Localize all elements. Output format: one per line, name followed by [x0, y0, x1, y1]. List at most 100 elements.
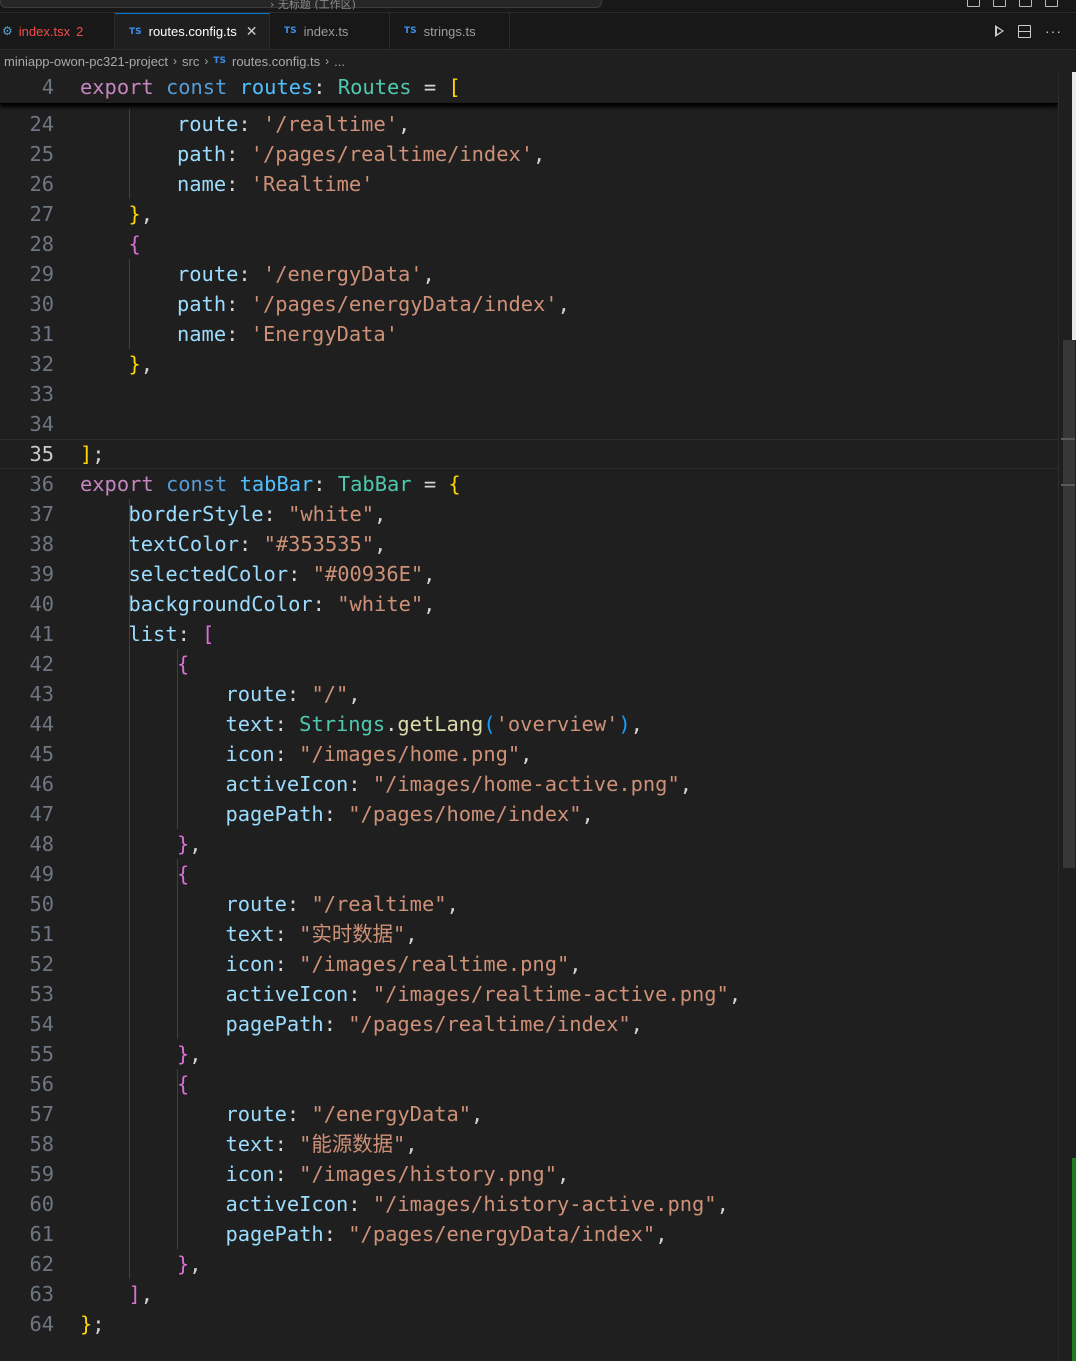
code-line[interactable]: 48}, — [0, 829, 1058, 859]
code-line[interactable]: 34 — [0, 409, 1058, 439]
code-line[interactable]: 43 route: "/", — [0, 679, 1058, 709]
code-line[interactable]: 58 text: "能源数据", — [0, 1129, 1058, 1159]
code-line[interactable]: 25 path: '/pages/realtime/index', — [0, 139, 1058, 169]
code-line[interactable]: 50 route: "/realtime", — [0, 889, 1058, 919]
react-file-icon: ⚙ — [2, 24, 13, 38]
code-line[interactable]: 46 activeIcon: "/images/home-active.png", — [0, 769, 1058, 799]
line-number: 24 — [29, 112, 54, 136]
line-number: 38 — [29, 532, 54, 556]
code-text: text: "能源数据", — [225, 1132, 418, 1156]
code-line[interactable]: 37 borderStyle: "white", — [0, 499, 1058, 529]
customize-layout-icon[interactable] — [1045, 0, 1058, 7]
toggle-primary-sidebar-icon[interactable] — [967, 0, 980, 7]
editor-actions: ··· — [995, 13, 1062, 49]
line-number: 49 — [29, 862, 54, 886]
code-line[interactable]: 55}, — [0, 1039, 1058, 1069]
code-line[interactable]: 36 export const tabBar: TabBar = { — [0, 469, 1058, 499]
code-line[interactable]: 32}, — [0, 349, 1058, 379]
breadcrumb-item-project[interactable]: miniapp-owon-pc321-project — [4, 54, 168, 69]
code-text: icon: "/images/history.png", — [225, 1162, 570, 1186]
line-number: 42 — [29, 652, 54, 676]
line-number: 35 — [29, 442, 54, 466]
code-line[interactable]: 53 activeIcon: "/images/realtime-active.p… — [0, 979, 1058, 1009]
code-line[interactable]: 40 backgroundColor: "white", — [0, 589, 1058, 619]
code-text: textColor: "#353535", — [128, 532, 387, 556]
line-number: 36 — [29, 472, 54, 496]
code-line[interactable]: 29 route: '/energyData', — [0, 259, 1058, 289]
code-line[interactable]: 59 icon: "/images/history.png", — [0, 1159, 1058, 1189]
line-number: 33 — [29, 382, 54, 406]
code-line[interactable]: 62}, — [0, 1249, 1058, 1279]
code-line[interactable]: 51 text: "实时数据", — [0, 919, 1058, 949]
typescript-file-icon: TS — [404, 26, 417, 36]
code-text: route: "/realtime", — [225, 892, 459, 916]
code-line[interactable]: 39 selectedColor: "#00936E", — [0, 559, 1058, 589]
sticky-scroll-line[interactable]: 4 export const routes: Routes = [ — [0, 72, 1058, 104]
indent-guide — [129, 109, 130, 199]
line-number: 53 — [29, 982, 54, 1006]
line-number: 29 — [29, 262, 54, 286]
code-text: text: Strings.getLang('overview'), — [225, 712, 643, 736]
line-number: 32 — [29, 352, 54, 376]
line-number: 58 — [29, 1132, 54, 1156]
code-line[interactable]: 31 name: 'EnergyData' — [0, 319, 1058, 349]
code-line[interactable]: 56 { — [0, 1069, 1058, 1099]
tab-index-ts[interactable]: TS index.ts — [270, 13, 390, 49]
code-line[interactable]: 54 pagePath: "/pages/realtime/index", — [0, 1009, 1058, 1039]
code-line[interactable]: 44 text: Strings.getLang('overview'), — [0, 709, 1058, 739]
overview-ruler-cursor-mark — [1061, 438, 1075, 440]
code-text: backgroundColor: "white", — [128, 592, 436, 616]
code-text: route: "/energyData", — [225, 1102, 484, 1126]
toggle-secondary-sidebar-icon[interactable] — [1019, 0, 1032, 7]
window-edge — [1072, 72, 1076, 340]
code-text: icon: "/images/home.png", — [225, 742, 533, 766]
chevron-right-icon: › — [325, 54, 330, 68]
more-actions-icon[interactable]: ··· — [1045, 23, 1062, 39]
code-text: }; — [80, 1312, 105, 1336]
code-editor[interactable]: 24 route: '/realtime', 25 path: '/pages/rea… — [0, 72, 1058, 1361]
code-text: list: [ — [128, 622, 215, 646]
problem-count-badge: 2 — [76, 23, 84, 39]
code-text: selectedColor: "#00936E", — [128, 562, 436, 586]
line-number: 30 — [29, 292, 54, 316]
scrollbar-thumb[interactable] — [1063, 340, 1075, 868]
code-text: ], — [128, 1282, 154, 1306]
code-line[interactable]: 27}, — [0, 199, 1058, 229]
code-line[interactable]: 24 route: '/realtime', — [0, 109, 1058, 139]
close-icon[interactable]: ✕ — [246, 23, 258, 40]
breadcrumb-item-file[interactable]: routes.config.ts — [232, 54, 320, 69]
code-line[interactable]: 41 list: [ — [0, 619, 1058, 649]
code-line[interactable]: 64}; — [0, 1309, 1058, 1339]
breadcrumb-item-src[interactable]: src — [182, 54, 199, 69]
code-text: borderStyle: "white", — [128, 502, 387, 526]
run-icon[interactable] — [995, 25, 1004, 37]
tab-index-tsx[interactable]: ⚙ index.tsx 2 — [0, 13, 115, 49]
tab-strings-ts[interactable]: TS strings.ts — [390, 13, 510, 49]
code-line[interactable]: 63], — [0, 1279, 1058, 1309]
breadcrumb-item-symbol[interactable]: ... — [334, 54, 345, 69]
code-text: activeIcon: "/images/history-active.png"… — [225, 1192, 729, 1216]
code-line[interactable]: 60 activeIcon: "/images/history-active.pn… — [0, 1189, 1058, 1219]
code-text: }, — [128, 202, 154, 226]
line-number: 55 — [29, 1042, 54, 1066]
code-line[interactable]: 52 icon: "/images/realtime.png", — [0, 949, 1058, 979]
indent-guide — [177, 859, 178, 1039]
code-line[interactable]: 35]; — [0, 439, 1058, 469]
code-line[interactable]: 47 pagePath: "/pages/home/index", — [0, 799, 1058, 829]
code-line[interactable]: 61 pagePath: "/pages/energyData/index", — [0, 1219, 1058, 1249]
code-line[interactable]: 28 { — [0, 229, 1058, 259]
code-line[interactable]: 30 path: '/pages/energyData/index', — [0, 289, 1058, 319]
code-line[interactable]: 38 textColor: "#353535", — [0, 529, 1058, 559]
code-line[interactable]: 26 name: 'Realtime' — [0, 169, 1058, 199]
code-line[interactable]: 33 — [0, 379, 1058, 409]
code-line[interactable]: 45 icon: "/images/home.png", — [0, 739, 1058, 769]
code-line[interactable]: 42 { — [0, 649, 1058, 679]
code-text: }, — [128, 352, 154, 376]
toggle-panel-icon[interactable] — [993, 0, 1006, 7]
code-line[interactable]: 57 route: "/energyData", — [0, 1099, 1058, 1129]
split-editor-icon[interactable] — [1018, 24, 1031, 38]
tab-routes-config-ts[interactable]: TS routes.config.ts ✕ — [115, 13, 270, 49]
code-text: path: '/pages/realtime/index', — [177, 142, 546, 166]
code-text: ]; — [80, 442, 105, 466]
code-line[interactable]: 49 { — [0, 859, 1058, 889]
